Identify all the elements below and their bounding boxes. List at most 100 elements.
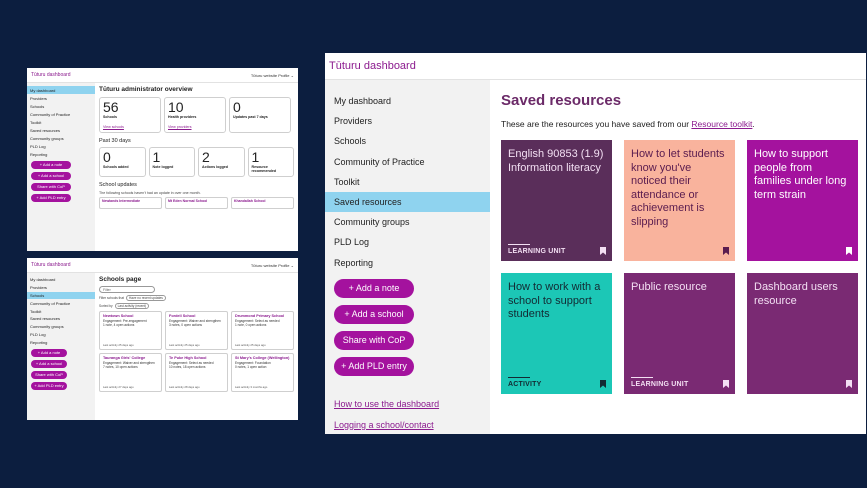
resource-title[interactable]: English 90853 (1.9) Information literacy: [508, 148, 605, 175]
school-name[interactable]: Tauranga Girls' College: [103, 356, 158, 360]
footer-link-logging-a-school-contact[interactable]: Logging a school/contact: [334, 420, 490, 430]
add-pld-entry-button[interactable]: + Add PLD entry: [334, 356, 414, 376]
sidebar-item-providers[interactable]: Providers: [325, 111, 490, 131]
stat-label: Resource recommended: [251, 165, 277, 173]
school-name[interactable]: Te Puke High School: [169, 356, 224, 360]
add-pld-entry-button[interactable]: + Add PLD entry: [31, 382, 67, 391]
sidebar-item-reporting[interactable]: Reporting: [325, 253, 490, 273]
school-update-card[interactable]: Mt Eden Normal School: [165, 197, 228, 209]
resource-type-tag: ACTIVITY: [508, 377, 542, 388]
sidebar: My dashboard Providers Schools Community of…: [27, 273, 95, 420]
school-card[interactable]: Drummond Primary School Engagement: Selec…: [231, 311, 294, 350]
stat-link[interactable]: View providers: [168, 125, 192, 129]
resource-title[interactable]: How to support people from families unde…: [754, 148, 851, 202]
share-with-cop-button[interactable]: Share with CoP: [31, 183, 71, 191]
sidebar-item-community-groups[interactable]: Community groups: [27, 134, 95, 142]
share-with-cop-button[interactable]: Share with CoP: [31, 371, 67, 380]
resource-title[interactable]: Public resource: [631, 281, 728, 295]
school-name[interactable]: Fordell School: [169, 314, 224, 318]
sidebar: My dashboard Providers Schools Community of…: [325, 80, 490, 434]
filter-chip[interactable]: Have no recent updates: [125, 295, 166, 301]
bookmark-icon[interactable]: [846, 380, 852, 388]
bookmark-icon[interactable]: [723, 247, 729, 255]
school-update-card[interactable]: Khandallah School: [231, 197, 294, 209]
brand-link[interactable]: Tūturu dashboard: [329, 60, 416, 72]
sidebar-item-toolkit[interactable]: Toolkit: [27, 118, 95, 126]
resource-title[interactable]: How to let students know you've noticed …: [631, 148, 728, 229]
bookmark-icon[interactable]: [723, 380, 729, 388]
sidebar-item-reporting[interactable]: Reporting: [27, 150, 95, 158]
sidebar-item-providers[interactable]: Providers: [27, 284, 95, 292]
main-content: Tūturu administrator overview 56 Schools V…: [99, 86, 294, 209]
brand-link[interactable]: Tūturu dashboard: [31, 72, 70, 78]
sidebar-item-reporting[interactable]: Reporting: [27, 338, 95, 346]
school-card[interactable]: Newtown School Engagement: Pre-engagement…: [99, 311, 162, 350]
sidebar-item-community-of-practice[interactable]: Community of Practice: [27, 299, 95, 307]
filter-input[interactable]: Filter: [99, 286, 155, 293]
school-card[interactable]: Fordell School Engagement: Waiver and str…: [165, 311, 228, 350]
bookmark-icon[interactable]: [846, 247, 852, 255]
school-card[interactable]: Tauranga Girls' College Engagement: Waive…: [99, 353, 162, 392]
resource-card[interactable]: Public resource LEARNING UNIT: [624, 273, 735, 394]
school-update-card[interactable]: Newlands Intermediate: [99, 197, 162, 209]
school-updates-subtitle: The following schools haven't had an upd…: [99, 191, 201, 195]
school-card[interactable]: St Mary's College (Wellington) Engagement…: [231, 353, 294, 392]
school-name[interactable]: St Mary's College (Wellington): [235, 356, 290, 360]
brand-link[interactable]: Tūturu dashboard: [31, 262, 70, 268]
add-a-school-button[interactable]: + Add a school: [31, 172, 71, 180]
sidebar-item-toolkit[interactable]: Toolkit: [325, 172, 490, 192]
stat-card: 0 Schools added: [99, 147, 146, 177]
resource-type-tag: LEARNING UNIT: [508, 244, 565, 255]
share-with-cop-button[interactable]: Share with CoP: [334, 330, 414, 350]
add-a-school-button[interactable]: + Add a school: [31, 360, 67, 369]
add-a-note-button[interactable]: + Add a note: [334, 278, 414, 298]
resource-card[interactable]: English 90853 (1.9) Information literacy…: [501, 140, 612, 261]
resource-card[interactable]: How to work with a school to support stu…: [501, 273, 612, 394]
add-a-note-button[interactable]: + Add a note: [31, 349, 67, 358]
add-a-note-button[interactable]: + Add a note: [31, 161, 71, 169]
resource-type-tag: LEARNING UNIT: [631, 377, 688, 388]
sidebar-item-schools[interactable]: Schools: [27, 291, 95, 300]
sidebar-item-saved-resources[interactable]: Saved resources: [27, 126, 95, 134]
sidebar-item-saved-resources[interactable]: Saved resources: [325, 191, 490, 212]
resource-title[interactable]: Dashboard users resource: [754, 281, 851, 308]
sidebar-item-my-dashboard[interactable]: My dashboard: [325, 91, 490, 111]
stat-link[interactable]: View schools: [103, 125, 124, 129]
resource-card[interactable]: How to support people from families unde…: [747, 140, 858, 261]
top-bar: Tūturu dashboard Tūturu website Profile …: [27, 68, 298, 83]
saved-resources-window: Tūturu dashboard My dashboard Providers Sc…: [325, 53, 866, 434]
resource-card[interactable]: Dashboard users resource: [747, 273, 858, 394]
school-name[interactable]: Newtown School: [103, 314, 158, 318]
resource-card[interactable]: How to let students know you've noticed …: [624, 140, 735, 261]
school-name[interactable]: Drummond Primary School: [235, 314, 290, 318]
resource-toolkit-link[interactable]: Resource toolkit: [691, 119, 752, 129]
sidebar-item-community-of-practice[interactable]: Community of Practice: [325, 152, 490, 172]
add-pld-entry-button[interactable]: + Add PLD entry: [31, 194, 71, 202]
sidebar-item-community-groups[interactable]: Community groups: [27, 323, 95, 331]
footer-link-how-to-use-the-dashboard[interactable]: How to use the dashboard: [334, 399, 490, 409]
sidebar-item-pld-log[interactable]: PLD Log: [325, 232, 490, 252]
sidebar-item-pld-log[interactable]: PLD Log: [27, 142, 95, 150]
sidebar-item-pld-log[interactable]: PLD Log: [27, 330, 95, 338]
sidebar-item-toolkit[interactable]: Toolkit: [27, 307, 95, 315]
sidebar-item-my-dashboard[interactable]: My dashboard: [27, 86, 95, 94]
sidebar-item-providers[interactable]: Providers: [27, 94, 95, 102]
school-card[interactable]: Te Puke High School Engagement: Select as…: [165, 353, 228, 392]
profile-menu[interactable]: Tūturu website Profile ⌄: [251, 73, 294, 78]
sidebar-item-schools[interactable]: Schools: [27, 102, 95, 110]
resource-title[interactable]: How to work with a school to support stu…: [508, 281, 605, 322]
sidebar-item-my-dashboard[interactable]: My dashboard: [27, 276, 95, 284]
sidebar-item-community-of-practice[interactable]: Community of Practice: [27, 110, 95, 118]
sidebar-item-schools[interactable]: Schools: [325, 131, 490, 151]
profile-menu[interactable]: Tūturu website Profile ⌄: [251, 263, 294, 268]
add-a-school-button[interactable]: + Add a school: [334, 304, 414, 324]
sidebar-item-saved-resources[interactable]: Saved resources: [27, 315, 95, 323]
sidebar: My dashboard Providers Schools Community of…: [27, 83, 95, 251]
resource-grid: English 90853 (1.9) Information literacy…: [501, 140, 858, 394]
sort-select[interactable]: Last activity (recent): [114, 303, 150, 309]
sidebar-item-community-groups[interactable]: Community groups: [325, 212, 490, 232]
stat-number: 1: [152, 149, 161, 165]
stat-number: 56: [103, 99, 119, 115]
bookmark-icon[interactable]: [600, 247, 606, 255]
bookmark-icon[interactable]: [600, 380, 606, 388]
